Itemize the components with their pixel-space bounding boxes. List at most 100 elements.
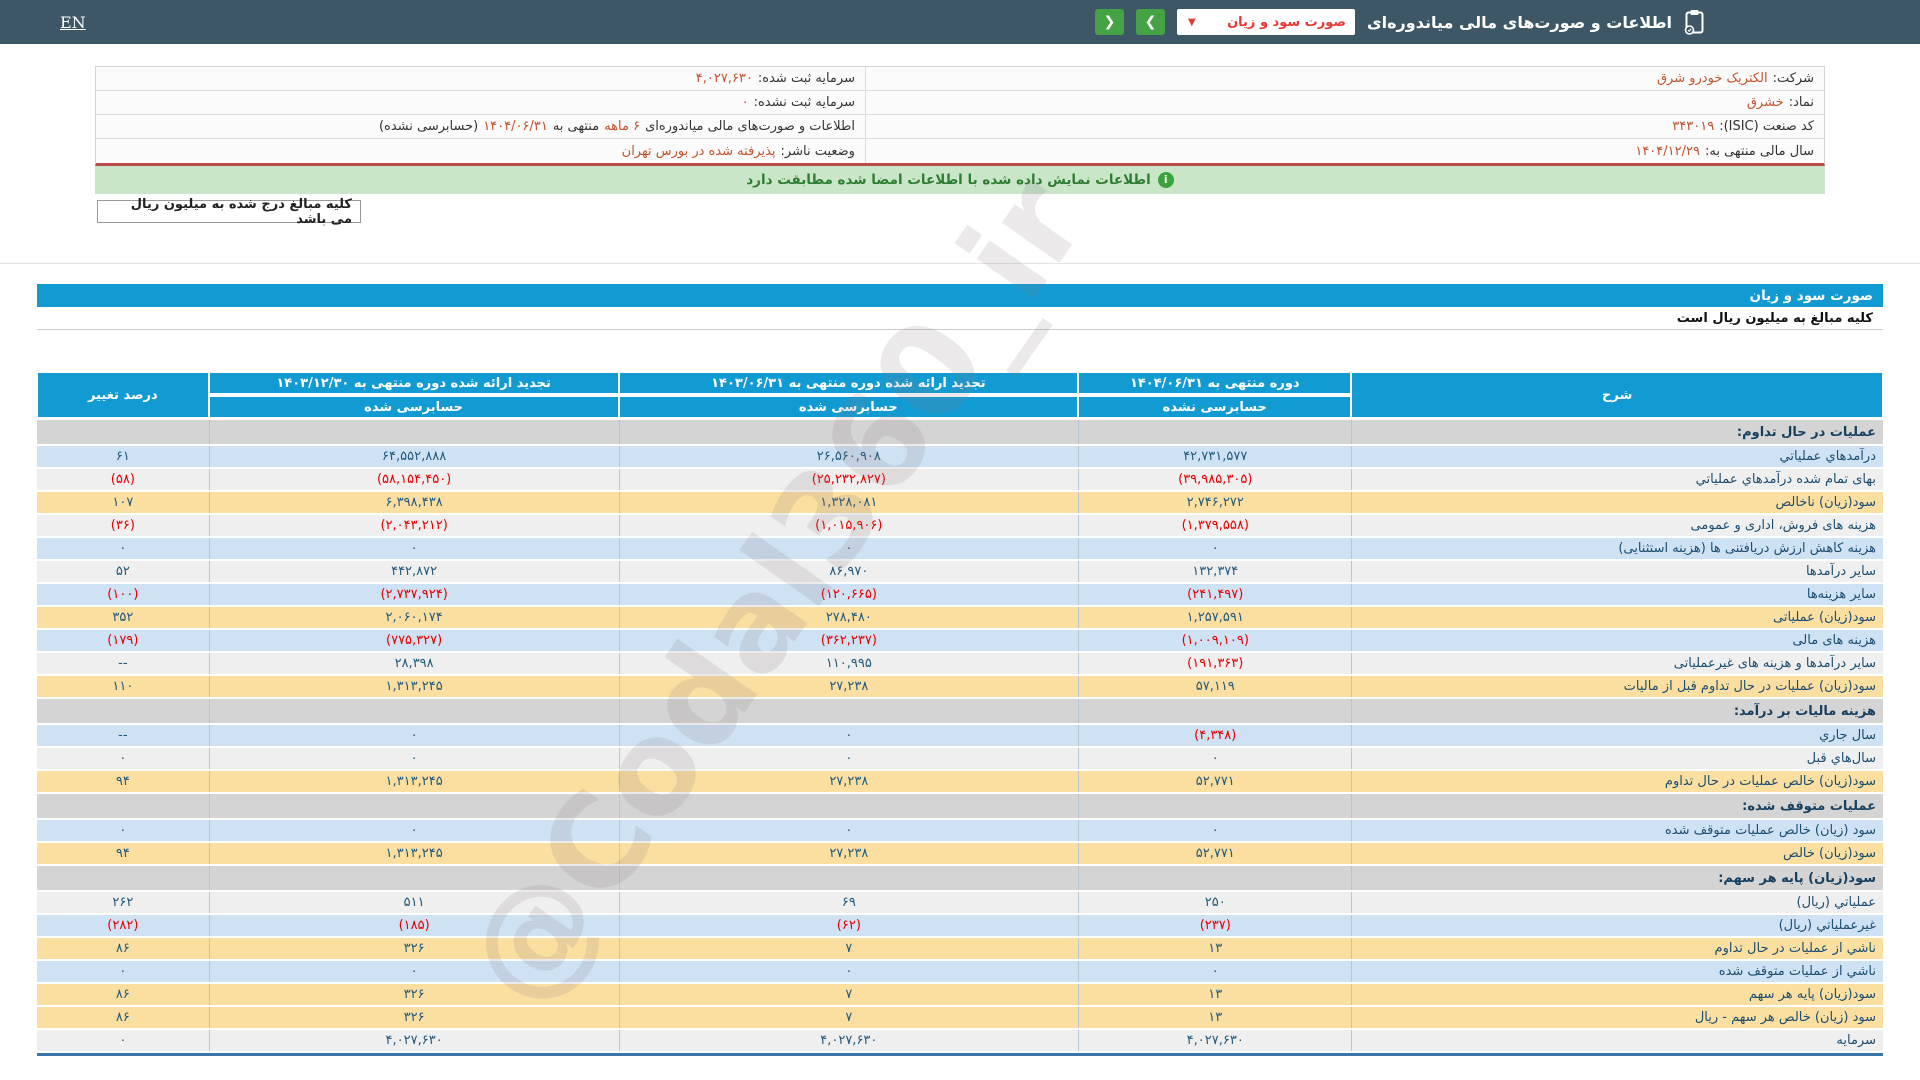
value-1403-06-cell: ۲۷,۲۳۸ — [619, 771, 1079, 792]
row-label-cell: سود(زیان) خالص عملیات در حال تداوم — [1351, 771, 1883, 792]
percent-change-cell: ۳۵۲ — [37, 607, 209, 628]
info-value: پذیرفته شده در بورس تهران — [622, 144, 776, 159]
empty-cell — [619, 420, 1079, 444]
row-label-cell: سود(زیان) عملیاتی — [1351, 607, 1883, 628]
value-1403-12-cell: ۳۲۶ — [209, 984, 619, 1005]
profit-loss-table: شرح دوره منتهی به ۱۴۰۴/۰۶/۳۱ تجدید ارائه… — [37, 370, 1883, 1056]
value-1403-06-cell: ۲۷,۲۳۸ — [619, 676, 1079, 697]
info-cell-right: نماد:خشرق — [865, 91, 1824, 114]
value-1403-12-cell: ۰ — [209, 961, 619, 982]
info-value: ۶ ماهه — [604, 119, 640, 134]
table-row: غیرعملیاتي (ریال)(۲۳۷)(۶۲)(۱۸۵)(۲۸۲) — [37, 915, 1883, 936]
value-1403-12-cell: ۴۴۲,۸۷۲ — [209, 561, 619, 582]
row-label-cell: هزینه های مالی — [1351, 630, 1883, 651]
info-value: الکتریک خودرو شرق — [1657, 71, 1768, 86]
row-label-cell: عملیاتي (ریال) — [1351, 892, 1883, 913]
value-1404-cell: ۰ — [1078, 961, 1351, 982]
table-row: سود(زیان) پایه هر سهم۱۳۷۳۲۶۸۶ — [37, 984, 1883, 1005]
prev-statement-button[interactable]: ❮ — [1095, 9, 1124, 35]
amount-unit-note: کلیه مبالغ درج شده به میلیون ریال می باش… — [97, 200, 361, 223]
section-row: عملیات در حال تداوم: — [37, 420, 1883, 444]
value-1403-12-cell: ۰ — [209, 820, 619, 841]
value-1404-cell: (۱۹۱,۳۶۳) — [1078, 653, 1351, 674]
statement-type-dropdown[interactable]: صورت سود و زیان ▼ — [1177, 9, 1355, 35]
percent-change-cell: ۶۱ — [37, 446, 209, 467]
empty-cell — [1078, 420, 1351, 444]
empty-cell — [37, 794, 209, 818]
value-1403-06-cell: ۷ — [619, 984, 1079, 1005]
table-row: هزینه کاهش ارزش دریافتنی ها (هزینه استثن… — [37, 538, 1883, 559]
header-audit-status-1403-12: حسابرسی شده — [209, 396, 619, 418]
percent-change-cell: ۱۱۰ — [37, 676, 209, 697]
row-label-cell: سایر درآمدها و هزینه های غیرعملیاتی — [1351, 653, 1883, 674]
chevron-down-icon: ▼ — [1188, 17, 1196, 28]
value-1403-12-cell: (۵۸,۱۵۴,۴۵۰) — [209, 469, 619, 490]
value-1403-06-cell: ۱۱۰,۹۹۵ — [619, 653, 1079, 674]
section-row: سود(زیان) پایه هر سهم: — [37, 866, 1883, 890]
info-label: سرمایه ثبت نشده: — [754, 95, 855, 110]
info-cell-left: وضعیت ناشر: پذیرفته شده در بورس تهران — [96, 139, 865, 163]
empty-cell — [37, 699, 209, 723]
info-label: نماد: — [1789, 95, 1814, 110]
value-1403-06-cell: (۲۵,۲۳۲,۸۲۷) — [619, 469, 1079, 490]
value-1403-12-cell: ۲۸,۳۹۸ — [209, 653, 619, 674]
row-label-cell: سود(زیان) عملیات در حال تداوم قبل از مال… — [1351, 676, 1883, 697]
info-row: نماد:خشرقسرمایه ثبت نشده:۰ — [96, 91, 1824, 115]
info-cell-left: سرمایه ثبت نشده:۰ — [96, 91, 865, 114]
table-row: سایر درآمدها و هزینه های غیرعملیاتی(۱۹۱,… — [37, 653, 1883, 674]
value-1403-06-cell: ۷ — [619, 1007, 1079, 1028]
header-period-1404: دوره منتهی به ۱۴۰۴/۰۶/۳۱ — [1078, 372, 1351, 394]
empty-cell — [209, 794, 619, 818]
row-label-cell: درآمدهاي عملياتي — [1351, 446, 1883, 467]
section-row: عملیات متوقف شده: — [37, 794, 1883, 818]
table-row: سرمایه۴,۰۲۷,۶۳۰۴,۰۲۷,۶۳۰۴,۰۲۷,۶۳۰۰ — [37, 1030, 1883, 1051]
next-statement-button[interactable]: ❯ — [1136, 9, 1165, 35]
value-1403-06-cell: ۰ — [619, 538, 1079, 559]
value-1403-06-cell: ۷ — [619, 938, 1079, 959]
info-label: وضعیت ناشر: — [781, 144, 855, 159]
row-label-cell: ناشي از عملیات متوقف شده — [1351, 961, 1883, 982]
company-info-table: شرکت:الکتریک خودرو شرقسرمایه ثبت شده:۴,۰… — [95, 66, 1825, 166]
empty-cell — [37, 866, 209, 890]
percent-change-cell: ۰ — [37, 961, 209, 982]
percent-change-cell: ۰ — [37, 538, 209, 559]
value-1404-cell: (۲۳۷) — [1078, 915, 1351, 936]
row-label-cell: سایر درآمدها — [1351, 561, 1883, 582]
value-1403-12-cell: ۰ — [209, 748, 619, 769]
value-1403-12-cell: ۱,۳۱۳,۲۴۵ — [209, 676, 619, 697]
value-1403-06-cell: ۱,۳۲۸,۰۸۱ — [619, 492, 1079, 513]
section-divider — [0, 263, 1920, 264]
info-cell-left: اطلاعات و صورت‌های مالی میاندوره‌ای۶ ماه… — [96, 115, 865, 138]
navbar-right-group: اطلاعات و صورت‌های مالی میاندوره‌ای صورت… — [1095, 9, 1705, 35]
table-row: درآمدهاي عملياتي۴۲,۷۳۱,۵۷۷۲۶,۵۶۰,۹۰۸۶۴,۵… — [37, 446, 1883, 467]
row-label-cell: ناشي از عملیات در حال تداوم — [1351, 938, 1883, 959]
value-1403-12-cell: ۰ — [209, 538, 619, 559]
statement-title-bar: صورت سود و زیان — [37, 284, 1883, 307]
header-desc: شرح — [1351, 372, 1883, 418]
page-title: اطلاعات و صورت‌های مالی میاندوره‌ای — [1367, 13, 1672, 32]
header-period-1403-12: تجدید ارائه شده دوره منتهی به ۱۴۰۳/۱۲/۳۰ — [209, 372, 619, 394]
statement-unit-subtitle: کلیه مبالغ به میلیون ریال است — [37, 307, 1883, 330]
chevron-left-icon: ❮ — [1104, 14, 1116, 30]
info-row: کد صنعت (ISIC):۳۴۳۰۱۹اطلاعات و صورت‌های … — [96, 115, 1824, 139]
table-row: سود(زیان) ناخالص۲,۷۴۶,۲۷۲۱,۳۲۸,۰۸۱۶,۳۹۸,… — [37, 492, 1883, 513]
percent-change-cell: ۱۰۷ — [37, 492, 209, 513]
value-1403-12-cell: ۴,۰۲۷,۶۳۰ — [209, 1030, 619, 1051]
value-1403-06-cell: ۴,۰۲۷,۶۳۰ — [619, 1030, 1079, 1051]
percent-change-cell: ۰ — [37, 1030, 209, 1051]
value-1403-12-cell: ۳۲۶ — [209, 1007, 619, 1028]
row-label-cell: سود(زیان) پایه هر سهم — [1351, 984, 1883, 1005]
table-body: عملیات در حال تداوم:درآمدهاي عملياتي۴۲,۷… — [37, 420, 1883, 1051]
header-audit-status-1404: حسابرسی نشده — [1078, 396, 1351, 418]
info-cell-left: سرمایه ثبت شده:۴,۰۲۷,۶۳۰ — [96, 67, 865, 90]
row-label-cell: سایر هزینه‌ها — [1351, 584, 1883, 605]
codal-financial-page: { "colors":{ "topbar":"#3d5766","blue":"… — [0, 0, 1920, 1080]
language-switch-en[interactable]: EN — [60, 13, 86, 32]
value-1404-cell: ۱,۲۵۷,۵۹۱ — [1078, 607, 1351, 628]
table-row: هزینه های مالی(۱,۰۰۹,۱۰۹)(۳۶۲,۲۳۷)(۷۷۵,۳… — [37, 630, 1883, 651]
table-row: ناشي از عملیات متوقف شده۰۰۰۰ — [37, 961, 1883, 982]
info-label: سال مالی منتهی به: — [1705, 144, 1814, 159]
empty-cell — [209, 699, 619, 723]
row-label-cell: هزینه کاهش ارزش دریافتنی ها (هزینه استثن… — [1351, 538, 1883, 559]
value-1403-06-cell: ۰ — [619, 820, 1079, 841]
